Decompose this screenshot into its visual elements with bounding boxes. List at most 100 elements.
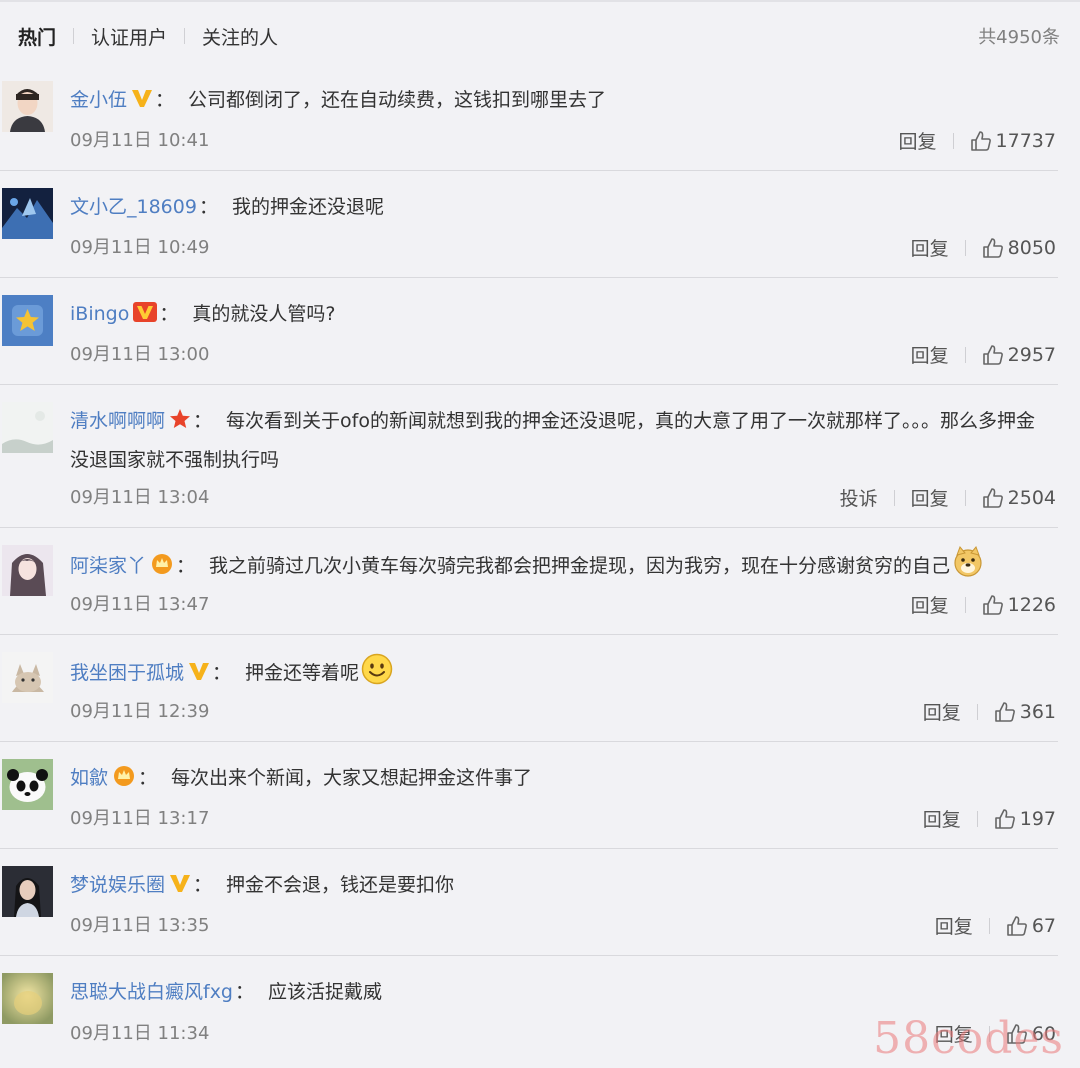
like-button[interactable]: 17737: [970, 130, 1056, 152]
comment-item: 金小伍 ： 公司都倒闭了，还在自动续费，这钱扣到哪里去了 09月11日 10:41 回复…: [0, 64, 1058, 171]
comment-text: 公司都倒闭了，还在自动续费，这钱扣到哪里去了: [188, 89, 607, 111]
action-divider: [988, 917, 990, 934]
comment-timestamp: 09月11日 10:49: [70, 237, 210, 258]
tab-hot[interactable]: 热门: [18, 23, 56, 50]
like-button[interactable]: 197: [994, 808, 1056, 830]
reply-button[interactable]: 回复: [911, 484, 949, 511]
action-divider: [976, 703, 978, 720]
like-count: 2504: [1007, 486, 1056, 509]
colon: ：: [155, 89, 175, 111]
comment-text: 押金不会退，钱还是要扣你: [226, 874, 455, 896]
username-link[interactable]: 清水啊啊啊: [70, 410, 165, 432]
reply-button[interactable]: 回复: [899, 127, 937, 154]
username-link[interactable]: 梦说娱乐圈: [70, 874, 165, 896]
reply-button[interactable]: 回复: [911, 234, 949, 261]
comment-item: 梦说娱乐圈 ： 押金不会退，钱还是要扣你 09月11日 13:35 回复 67: [0, 849, 1058, 956]
comment-line: 文小乙_18609： 我的押金还没退呢: [70, 189, 1040, 226]
comment-line: 思聪大战白癜风fxg： 应该活捉戴威: [70, 974, 1040, 1011]
comment-item: 清水啊啊啊 ：每次看到关于ofo的新闻就想到我的押金还没退呢，真的大意了用了一次就…: [0, 385, 1058, 528]
comment-text: 我之前骑过几次小黄车每次骑完我都会把押金提现，因为我穷，现在十分感谢贫穷的自己: [209, 555, 951, 577]
username-link[interactable]: 如歙: [70, 767, 108, 789]
comment-filter-tabs: 热门 认证用户 关注的人 共4950条: [0, 0, 1080, 72]
verified-gold-v-icon: [169, 869, 191, 906]
action-divider: [976, 810, 978, 827]
comment-actions: 回复 361: [923, 698, 1056, 725]
doge-emoji-icon: [952, 546, 984, 591]
comment-item: 阿柒家丫 ： 我之前骑过几次小黄车每次骑完我都会把押金提现，因为我穷，现在十分感谢贫…: [0, 528, 1058, 635]
tab-following[interactable]: 关注的人: [202, 23, 278, 50]
comment-actions: 回复 8050: [911, 234, 1056, 261]
reply-button[interactable]: 回复: [923, 698, 961, 725]
comment-timestamp: 09月11日 13:35: [70, 915, 210, 936]
reply-button[interactable]: 回复: [923, 805, 961, 832]
comment-actions: 回复 17737: [899, 127, 1056, 154]
smile-emoji-icon: [361, 653, 393, 698]
avatar[interactable]: [2, 402, 53, 453]
username-link[interactable]: 文小乙_18609: [70, 196, 197, 218]
avatar[interactable]: [2, 545, 53, 596]
comment-text: 真的就没人管吗?: [192, 303, 336, 325]
username-link[interactable]: iBingo: [70, 303, 129, 325]
like-button[interactable]: 8050: [982, 237, 1056, 259]
avatar[interactable]: [2, 759, 53, 810]
avatar[interactable]: [2, 81, 53, 132]
comment-text: 应该活捉戴威: [268, 981, 383, 1003]
comment-item: 如歙 ： 每次出来个新闻，大家又想起押金这件事了 09月11日 13:17 回复 197: [0, 742, 1058, 849]
comment-line: iBingo ： 真的就没人管吗?: [70, 296, 1040, 335]
reply-button[interactable]: 回复: [911, 591, 949, 618]
comment-actions: 回复 2957: [911, 341, 1056, 368]
avatar[interactable]: [2, 866, 53, 917]
avatar[interactable]: [2, 188, 53, 239]
action-divider: [964, 489, 966, 506]
comment-text: 每次看到关于ofo的新闻就想到我的押金还没退呢，真的大意了用了一次就那样了。。。…: [70, 410, 1035, 471]
like-button[interactable]: 2504: [982, 487, 1056, 509]
like-count: 17737: [995, 129, 1056, 152]
like-count: 2957: [1007, 343, 1056, 366]
thumbs-up-icon: [982, 594, 1003, 615]
comment-timestamp: 09月11日 12:39: [70, 701, 210, 722]
comment-timestamp: 09月11日 13:17: [70, 808, 210, 829]
comment-line: 如歙 ： 每次出来个新闻，大家又想起押金这件事了: [70, 760, 1040, 799]
comment-item: 文小乙_18609： 我的押金还没退呢 09月11日 10:49 回复 8050: [0, 171, 1058, 278]
like-button[interactable]: 361: [994, 701, 1056, 723]
avatar[interactable]: [2, 295, 53, 346]
action-divider: [893, 489, 895, 506]
action-divider: [952, 132, 954, 149]
comment-text: 每次出来个新闻，大家又想起押金这件事了: [171, 767, 533, 789]
thumbs-up-icon: [982, 237, 1003, 258]
colon: ：: [193, 874, 213, 896]
report-button[interactable]: 投诉: [840, 484, 878, 511]
thumbs-up-icon: [994, 701, 1015, 722]
tab-verified-users[interactable]: 认证用户: [91, 23, 167, 50]
avatar[interactable]: [2, 652, 53, 703]
star-member-icon: [169, 405, 191, 442]
like-button[interactable]: 2957: [982, 344, 1056, 366]
username-link[interactable]: 我坐困于孤城: [70, 662, 184, 684]
comment-actions: 投诉 回复 2504: [840, 484, 1056, 511]
comment-item: 我坐困于孤城 ： 押金还等着呢 09月11日 12:39 回复 361: [0, 635, 1058, 742]
thumbs-up-icon: [994, 808, 1015, 829]
comment-line: 阿柒家丫 ： 我之前骑过几次小黄车每次骑完我都会把押金提现，因为我穷，现在十分感谢贫…: [70, 546, 1040, 591]
vip-crown-icon: [112, 762, 136, 799]
action-divider: [964, 239, 966, 256]
action-divider: [964, 596, 966, 613]
thumbs-up-icon: [970, 130, 991, 151]
username-link[interactable]: 金小伍: [70, 89, 127, 111]
comment-actions: 回复 67: [935, 912, 1056, 939]
comment-actions: 回复 1226: [911, 591, 1056, 618]
comment-text: 押金还等着呢: [245, 662, 360, 684]
colon: ：: [235, 981, 255, 1003]
total-count: 共4950条: [978, 27, 1060, 48]
like-button[interactable]: 1226: [982, 594, 1056, 616]
username-link[interactable]: 阿柒家丫: [70, 555, 146, 577]
reply-button[interactable]: 回复: [935, 912, 973, 939]
avatar[interactable]: [2, 973, 53, 1024]
comment-text: 我的押金还没退呢: [231, 196, 384, 218]
username-link[interactable]: 思聪大战白癜风fxg: [70, 981, 233, 1003]
reply-button[interactable]: 回复: [911, 341, 949, 368]
verified-gold-v-icon: [131, 84, 153, 121]
like-button[interactable]: 67: [1006, 915, 1056, 937]
comment-timestamp: 09月11日 11:34: [70, 1023, 210, 1044]
action-divider: [964, 346, 966, 363]
tab-divider: [184, 28, 186, 44]
